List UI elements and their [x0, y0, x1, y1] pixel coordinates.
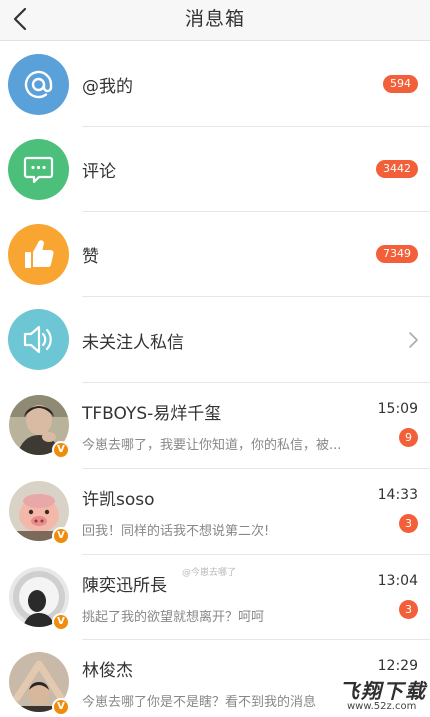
message-preview: 今崽去哪了你是不是瞎？看不到我的消息 [82, 695, 317, 710]
brand-watermark: 飞翔下载 www.52z.com [329, 675, 430, 717]
verified-badge: V [52, 441, 70, 459]
verified-badge: V [52, 698, 70, 716]
unread-count-badge: 7349 [376, 245, 418, 263]
brand-title: 飞翔下载 [339, 679, 427, 703]
chevron-right-icon [409, 332, 418, 348]
verified-badge: V [52, 613, 70, 631]
at-icon [8, 54, 69, 115]
sender-name: 陳奕迅所長 [82, 576, 167, 596]
comment-icon [8, 139, 69, 200]
category-icon-comments [8, 139, 69, 200]
brand-url: www.52z.com [347, 701, 417, 712]
message-preview: 挑起了我的欲望就想离开？呵呵 [82, 610, 265, 625]
at-icon-bg [8, 54, 69, 115]
comment-icon-bg [8, 139, 69, 200]
category-label-likes: 赞 [82, 247, 99, 267]
sender-name: 许凯soso [82, 490, 155, 510]
category-row-likes[interactable]: 赞 7349 [0, 212, 430, 297]
message-time: 13:04 [377, 573, 418, 589]
watermark: @今崽去哪了 [182, 568, 237, 578]
unread-count-badge: 3 [399, 514, 418, 533]
category-label-stranger-messages: 未关注人私信 [82, 333, 184, 353]
sender-name: TFBOYS-易烊千玺 [82, 404, 222, 424]
unread-count-badge: 594 [383, 75, 418, 93]
category-icon-stranger-messages [8, 309, 69, 370]
message-row[interactable]: V 许凯soso 14:33 回我！同样的话我不想说第二次! 3 [0, 469, 430, 555]
message-time: 15:09 [377, 401, 418, 417]
category-icon-likes [8, 224, 69, 285]
unread-count-badge: 3442 [376, 160, 418, 178]
category-label-comments: 评论 [82, 162, 116, 182]
thumbs-up-icon [8, 224, 69, 285]
category-row-stranger-messages[interactable]: 未关注人私信 [0, 297, 430, 383]
message-time: 12:29 [377, 658, 418, 674]
category-row-comments[interactable]: 评论 3442 [0, 127, 430, 212]
category-icon-mentions [8, 54, 69, 115]
unread-count-badge: 3 [399, 600, 418, 619]
message-preview: 回我！同样的话我不想说第二次! [82, 524, 270, 539]
message-preview: 今崽去哪了，我要让你知道，你的私信，被... [82, 438, 342, 453]
unread-count-badge: 9 [399, 428, 418, 447]
category-label-mentions: @我的 [82, 77, 133, 97]
message-row[interactable]: V TFBOYS-易烊千玺 15:09 今崽去哪了，我要让你知道，你的私信，被.… [0, 383, 430, 469]
nav-bar: 消息箱 [0, 0, 430, 41]
category-row-mentions[interactable]: @我的 594 [0, 42, 430, 127]
verified-badge: V [52, 527, 70, 545]
sender-name: 林俊杰 [82, 661, 133, 681]
page-title: 消息箱 [184, 8, 245, 30]
message-time: 14:33 [377, 487, 418, 503]
speaker-icon [8, 309, 69, 370]
